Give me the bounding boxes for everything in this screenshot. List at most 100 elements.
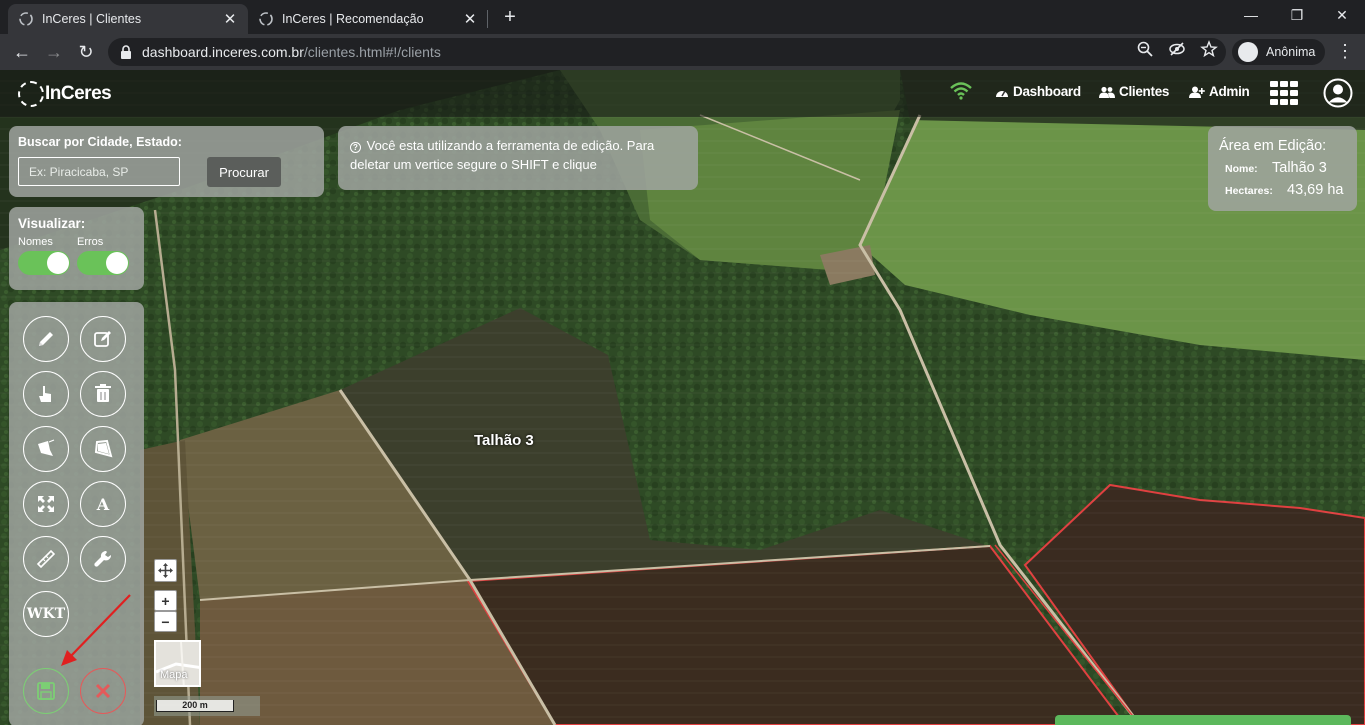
incognito-profile-button[interactable]: Anônima [1232, 39, 1326, 65]
nav-dashboard-link[interactable]: Dashboard [995, 84, 1081, 99]
expand-arrows-icon [38, 496, 54, 512]
restore-icon[interactable]: ❐ [1274, 0, 1320, 30]
wifi-icon [950, 82, 972, 100]
pan-button[interactable] [154, 559, 177, 582]
split-polygon-button[interactable] [23, 426, 69, 472]
nav-admin-label: Admin [1209, 84, 1250, 99]
logo-ring-icon [18, 81, 44, 107]
floppy-disk-icon [37, 682, 55, 700]
close-window-icon[interactable]: ✕ [1319, 0, 1365, 30]
url-host: dashboard.inceres.com.br [142, 44, 304, 60]
reload-icon[interactable]: ↻ [72, 38, 100, 66]
edit-name-row: Nome: Talhão 3 [1225, 160, 1327, 176]
browser-menu-icon[interactable]: ⋮ [1335, 42, 1355, 62]
edit-name-value: Talhão 3 [1272, 160, 1327, 176]
edit-area-panel: Área em Edição: Nome: Talhão 3 Hectares:… [1208, 126, 1357, 211]
edit-area-title: Área em Edição: [1219, 138, 1327, 154]
measure-button[interactable] [23, 536, 69, 582]
bookmark-star-icon[interactable] [1200, 40, 1218, 58]
edit-hectares-row: Hectares: 43,69 ha [1225, 182, 1343, 198]
pencil-icon [39, 332, 53, 346]
city-search-input[interactable] [18, 157, 180, 186]
toggle-knob [106, 252, 128, 274]
address-bar[interactable]: dashboard.inceres.com.br/clientes.html#!… [108, 38, 1226, 66]
lock-icon [121, 45, 131, 59]
browser-toolbar: ← → ↻ dashboard.inceres.com.br/clientes.… [0, 34, 1365, 70]
text-tool-button[interactable]: A [80, 481, 126, 527]
nav-clients-label: Clientes [1119, 84, 1170, 99]
tab-title: InCeres | Recomendação [282, 12, 424, 26]
view-panel: Visualizar: Nomes Erros [9, 207, 144, 290]
field-name-label: Talhão 3 [474, 432, 534, 449]
text-tool-icon: A [96, 494, 110, 514]
user-profile-icon[interactable] [1323, 78, 1353, 108]
search-panel: Buscar por Cidade, Estado: Procurar [9, 126, 324, 197]
zoom-in-button[interactable]: + [154, 590, 177, 611]
help-circle-icon: ? [350, 142, 361, 153]
tab-inceres-recomendacao[interactable]: InCeres | Recomendação ✕ [248, 4, 488, 34]
logo-text: InCeres [45, 83, 112, 104]
inceres-favicon-icon [19, 12, 33, 26]
toggle-label-names: Nomes [18, 236, 53, 248]
url-path: /clientes.html#!/clients [303, 44, 441, 60]
scale-indicator: 200 m [154, 696, 260, 716]
new-tab-button[interactable]: + [498, 6, 522, 30]
edit-info-panel: ? Você esta utilizando a ferramenta de e… [338, 126, 698, 190]
edit-name-key: Nome: [1225, 163, 1258, 175]
close-x-icon [95, 683, 111, 699]
pointer-hand-icon [39, 386, 51, 402]
names-toggle[interactable] [18, 251, 70, 275]
nav-dashboard-label: Dashboard [1013, 84, 1081, 99]
forward-arrow-icon[interactable]: → [40, 38, 68, 66]
cancel-button[interactable] [80, 668, 126, 714]
settings-wrench-button[interactable] [80, 536, 126, 582]
polygon-icon [94, 439, 113, 458]
back-arrow-icon[interactable]: ← [8, 38, 36, 66]
basemap-label: Mapa [160, 669, 188, 681]
profile-label: Anônima [1266, 45, 1316, 59]
scale-bar: 200 m [156, 700, 234, 712]
basemap-switcher[interactable]: Mapa [154, 640, 201, 687]
incognito-icon [1238, 42, 1258, 62]
annotation-arrow-icon [61, 594, 131, 666]
user-plus-icon [1189, 86, 1205, 98]
tab-inceres-clientes[interactable]: InCeres | Clientes ✕ [8, 4, 248, 34]
inceres-favicon-icon [259, 12, 273, 26]
satellite-map[interactable]: Talhão 3 InCeres Dashboard Clientes Admi… [0, 70, 1365, 725]
tab-separator [487, 10, 488, 28]
toggle-label-errors: Erros [77, 236, 104, 248]
inceres-logo[interactable]: InCeres [18, 78, 112, 110]
draw-polygon-button[interactable] [80, 426, 126, 472]
apps-grid-icon[interactable] [1270, 81, 1298, 105]
tab-close-icon[interactable]: ✕ [462, 10, 478, 28]
tracking-protection-icon[interactable] [1168, 40, 1186, 58]
ruler-icon [36, 549, 56, 569]
nav-admin-link[interactable]: Admin [1189, 84, 1250, 99]
minimize-icon[interactable]: — [1228, 0, 1274, 30]
trash-icon [95, 384, 111, 402]
edit-hectares-value: 43,69 ha [1287, 182, 1344, 198]
draw-pencil-button[interactable] [23, 316, 69, 362]
delete-button[interactable] [80, 371, 126, 417]
app-header: InCeres Dashboard Clientes Admin [0, 70, 1365, 117]
polygon-split-icon [38, 439, 55, 456]
edit-square-icon [94, 331, 111, 347]
fit-bounds-button[interactable] [23, 481, 69, 527]
wrench-icon [94, 550, 112, 567]
edit-hectares-key: Hectares: [1225, 185, 1273, 197]
errors-toggle[interactable] [77, 251, 129, 275]
nav-clients-link[interactable]: Clientes [1099, 84, 1169, 99]
toggle-knob [47, 252, 69, 274]
save-button[interactable] [23, 668, 69, 714]
edit-info-message: Você esta utilizando a ferramenta de edi… [350, 138, 655, 172]
search-button[interactable]: Procurar [207, 157, 281, 187]
tab-title: InCeres | Clientes [42, 12, 142, 26]
edit-shape-button[interactable] [80, 316, 126, 362]
browser-tab-bar: InCeres | Clientes ✕ InCeres | Recomenda… [0, 0, 1365, 34]
search-label: Buscar por Cidade, Estado: [18, 135, 182, 149]
zoom-icon[interactable] [1136, 40, 1154, 58]
zoom-out-button[interactable]: − [154, 611, 177, 632]
select-hand-button[interactable] [23, 371, 69, 417]
tab-close-icon[interactable]: ✕ [222, 10, 238, 28]
move-arrows-icon [158, 563, 173, 578]
